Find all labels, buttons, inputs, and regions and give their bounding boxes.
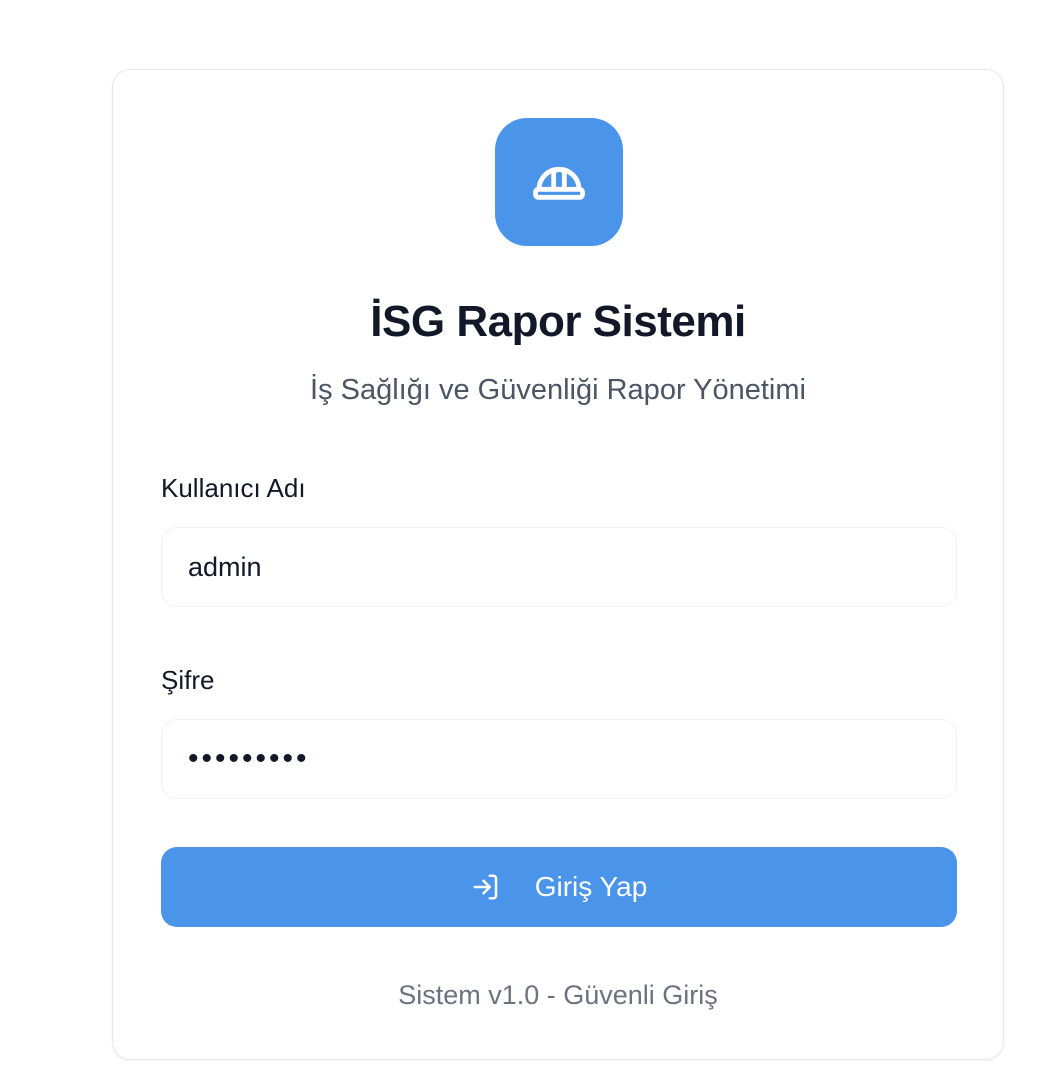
- login-arrow-icon: [471, 872, 501, 902]
- password-label: Şifre: [161, 665, 215, 695]
- page-subtitle: İş Sağlığı ve Güvenliği Rapor Yönetimi: [310, 374, 806, 406]
- login-button[interactable]: Giriş Yap: [161, 847, 957, 927]
- login-button-label: Giriş Yap: [534, 871, 648, 902]
- footer-version-text: Sistem v1.0 - Güvenli Giriş: [398, 980, 718, 1010]
- login-card: İSG Rapor Sistemi İş Sağlığı ve Güvenliğ…: [112, 69, 1004, 1060]
- password-input[interactable]: [161, 719, 957, 799]
- username-input[interactable]: [161, 527, 957, 607]
- hard-hat-icon: [527, 148, 591, 217]
- username-label: Kullanıcı Adı: [161, 473, 306, 503]
- app-logo: [495, 118, 623, 246]
- page-title: İSG Rapor Sistemi: [370, 297, 746, 346]
